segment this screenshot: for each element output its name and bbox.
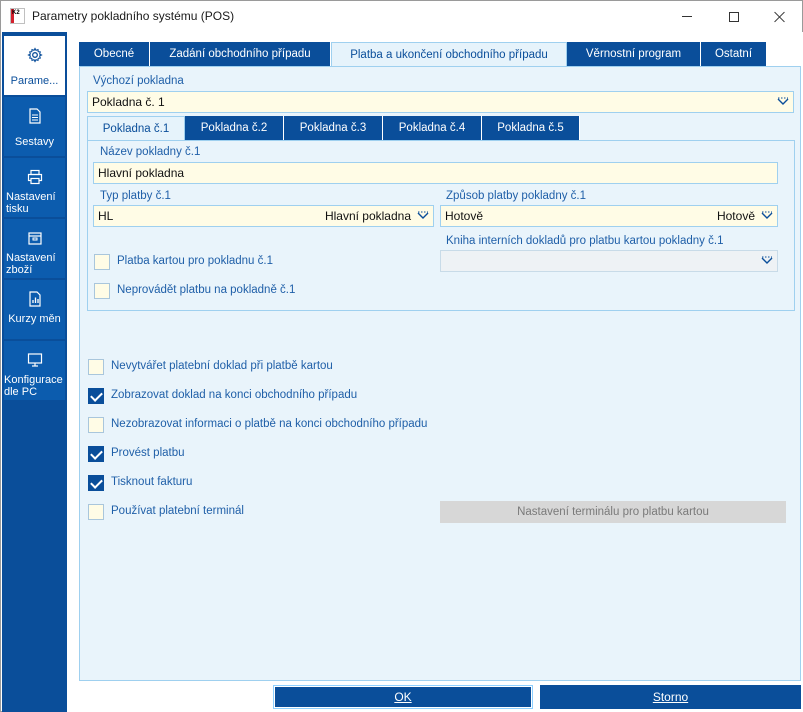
chevron-down-icon	[761, 256, 773, 264]
tab-register-4[interactable]: Pokladna č.4	[383, 116, 482, 140]
sidebar-item-label: Sestavy	[14, 136, 55, 148]
card-payment-checkbox[interactable]	[94, 254, 110, 270]
maximize-icon	[729, 11, 739, 22]
tab-register-5[interactable]: Pokladna č.5	[482, 116, 580, 140]
title-bar: K2 Parametry pokladního systému (POS)	[1, 1, 802, 32]
tab-general[interactable]: Obecné	[79, 42, 150, 66]
tab-case-entry[interactable]: Zadání obchodního případu	[150, 42, 331, 66]
tab-strip: Obecné Zadání obchodního případu Platba …	[79, 42, 767, 66]
sidebar-item-reports[interactable]: Sestavy	[4, 97, 65, 156]
sidebar-item-label: Kurzy měn	[8, 313, 61, 325]
tab-register-2[interactable]: Pokladna č.2	[185, 116, 284, 140]
window-title: Parametry pokladního systému (POS)	[32, 9, 235, 23]
terminal-settings-button[interactable]: Nastavení terminálu pro platbu kartou	[440, 501, 786, 523]
perform-payment-checkbox[interactable]	[88, 446, 104, 462]
tab-panel: Výchozí pokladna Pokladna č. 1 Pokladna …	[79, 66, 801, 681]
default-register-label: Výchozí pokladna	[93, 75, 184, 87]
register-name-label: Název pokladny č.1	[100, 146, 201, 158]
register-panel: Název pokladny č.1 Hlavní pokladna Typ p…	[87, 140, 795, 311]
sidebar-item-pc-config[interactable]: Konfigurace dle PC	[4, 341, 65, 400]
tab-other[interactable]: Ostatní	[701, 42, 767, 66]
option-label: Provést platbu	[111, 447, 185, 459]
package-icon	[28, 232, 42, 245]
app-icon: K2	[10, 8, 25, 24]
option-label: Nevytvářet platební doklad při platbě ka…	[111, 360, 333, 372]
sidebar: Parame... Sestavy Nastavení tisku Nastav…	[2, 32, 67, 712]
sidebar-item-label: Parame...	[10, 75, 59, 87]
sidebar-item-goods-settings[interactable]: Nastavení zboží	[4, 219, 65, 278]
option-label: Tisknout fakturu	[111, 476, 193, 488]
option-label: Zobrazovat doklad na konci obchodního př…	[111, 389, 358, 401]
no-payment-checkbox[interactable]	[94, 283, 110, 299]
tab-register-3[interactable]: Pokladna č.3	[284, 116, 383, 140]
sidebar-item-label: Konfigurace dle PC	[4, 374, 63, 398]
printer-icon	[27, 169, 43, 185]
monitor-icon	[27, 353, 43, 367]
minimize-button[interactable]	[664, 1, 710, 32]
payment-type-label: Typ platby č.1	[100, 190, 171, 202]
cancel-button[interactable]: Storno	[540, 685, 801, 709]
tab-loyalty-program[interactable]: Věrnostní program	[567, 42, 701, 66]
no-payment-doc-checkbox[interactable]	[88, 359, 104, 375]
sidebar-item-parameters[interactable]: Parame...	[4, 36, 65, 95]
option-label: Používat platební terminál	[111, 505, 244, 517]
card-payment-label: Platba kartou pro pokladnu č.1	[117, 255, 273, 267]
footer: OK Storno	[67, 683, 803, 712]
payment-type-select[interactable]: HL Hlavní pokladna	[93, 205, 434, 227]
chevron-down-icon	[777, 97, 789, 105]
chart-icon	[29, 291, 41, 307]
register-tab-strip: Pokladna č.1 Pokladna č.2 Pokladna č.3 P…	[87, 116, 580, 140]
close-icon	[774, 11, 786, 23]
cancel-label: Storno	[652, 690, 689, 704]
sidebar-item-exchange-rates[interactable]: Kurzy měn	[4, 280, 65, 339]
tab-payment-and-completion[interactable]: Platba a ukončení obchodního případu	[331, 42, 567, 66]
dialog-window: K2 Parametry pokladního systému (POS) Pa…	[0, 0, 803, 712]
chevron-down-icon	[761, 211, 773, 219]
sidebar-item-label: Nastavení zboží	[6, 252, 56, 276]
minimize-icon	[682, 16, 692, 17]
print-invoice-checkbox[interactable]	[88, 475, 104, 491]
payment-method-select[interactable]: Hotově Hotově	[440, 205, 778, 227]
tab-register-1[interactable]: Pokladna č.1	[87, 116, 185, 140]
card-book-select[interactable]	[440, 250, 778, 272]
card-book-label: Kniha interních dokladů pro platbu karto…	[446, 235, 724, 247]
close-button[interactable]	[757, 1, 803, 32]
sidebar-item-print-settings[interactable]: Nastavení tisku	[4, 158, 65, 217]
gear-icon	[27, 47, 43, 63]
register-name-input[interactable]: Hlavní pokladna	[93, 162, 778, 184]
chevron-down-icon	[417, 211, 429, 219]
ok-button[interactable]: OK	[273, 685, 533, 709]
option-label: Nezobrazovat informaci o platbě na konci…	[111, 418, 428, 430]
maximize-button[interactable]	[711, 1, 757, 32]
show-doc-checkbox[interactable]	[88, 388, 104, 404]
ok-label: OK	[394, 690, 412, 704]
default-register-select[interactable]: Pokladna č. 1	[87, 91, 794, 113]
document-icon	[29, 108, 41, 124]
no-payment-label: Neprovádět platbu na pokladně č.1	[117, 284, 296, 296]
main-content: Obecné Zadání obchodního případu Platba …	[67, 32, 803, 683]
payment-method-label: Způsob platby pokladny č.1	[446, 190, 587, 202]
hide-payment-info-checkbox[interactable]	[88, 417, 104, 433]
use-terminal-checkbox[interactable]	[88, 504, 104, 520]
sidebar-item-label: Nastavení tisku	[6, 191, 56, 215]
